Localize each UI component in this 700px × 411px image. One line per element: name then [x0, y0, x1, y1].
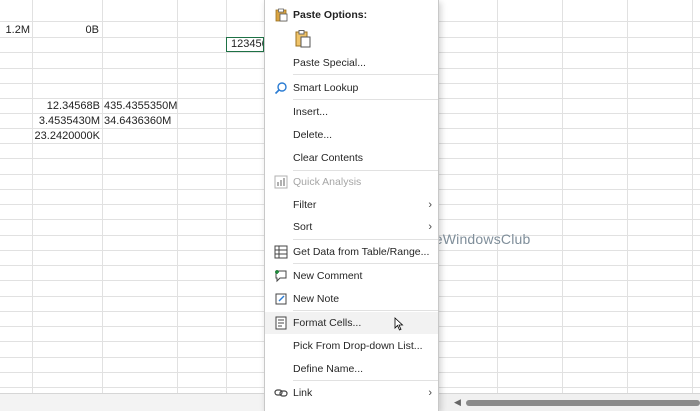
search-icon	[274, 82, 287, 95]
menu-item-label: Get Data from Table/Range...	[293, 246, 430, 258]
menu-separator	[293, 99, 438, 100]
scroll-left-icon[interactable]: ◀	[454, 397, 461, 408]
column-divider	[497, 0, 498, 393]
column-divider	[226, 0, 227, 393]
menu-item-new-note[interactable]: New Note	[265, 288, 438, 310]
menu-item-label: Link	[293, 387, 313, 399]
note-icon	[275, 293, 287, 305]
menu-item-label: Sort	[293, 221, 313, 233]
menu-separator	[293, 239, 438, 240]
menu-item-paste-special[interactable]: Paste Special...	[265, 52, 438, 74]
menu-item-pick-from-list[interactable]: Pick From Drop-down List...	[265, 335, 438, 357]
menu-item-quick-analysis: Quick Analysis	[265, 171, 438, 193]
comment-icon	[275, 270, 287, 283]
cell-value[interactable]: 0B	[33, 22, 99, 38]
menu-item-label: Insert...	[293, 106, 329, 118]
menu-item-filter[interactable]: Filter ›	[265, 194, 438, 216]
mouse-cursor-icon	[394, 317, 404, 331]
chevron-right-icon: ›	[428, 221, 432, 233]
menu-item-format-cells[interactable]: Format Cells...	[265, 312, 438, 334]
column-divider	[102, 0, 103, 393]
menu-item-label: New Note	[293, 293, 340, 305]
table-icon	[274, 245, 288, 259]
menu-item-label: Delete...	[293, 129, 333, 141]
cell-value[interactable]: 1.2M	[0, 22, 30, 38]
menu-separator	[293, 310, 438, 311]
cell-value[interactable]: 12.34568B	[33, 98, 100, 114]
paste-options-header: Paste Options:	[265, 4, 438, 26]
menu-item-label: Quick Analysis	[293, 176, 362, 188]
paste-options-label: Paste Options:	[293, 9, 368, 21]
cell-value[interactable]: 3.4535430M	[33, 113, 100, 129]
link-icon	[274, 389, 288, 397]
chevron-right-icon: ›	[428, 387, 432, 399]
menu-item-label: New Comment	[293, 270, 363, 282]
menu-item-label: Format Cells...	[293, 317, 362, 329]
menu-item-label: Smart Lookup	[293, 82, 359, 94]
column-divider	[177, 0, 178, 393]
scrollbar-thumb[interactable]	[466, 400, 700, 406]
paste-icon[interactable]	[295, 30, 311, 48]
menu-item-get-data[interactable]: Get Data from Table/Range...	[265, 241, 438, 263]
menu-item-label: Filter	[293, 199, 317, 211]
menu-item-clear-contents[interactable]: Clear Contents	[265, 147, 438, 169]
menu-item-link[interactable]: Link ›	[265, 382, 438, 404]
column-divider	[562, 0, 563, 393]
menu-item-insert[interactable]: Insert...	[265, 101, 438, 123]
chevron-right-icon: ›	[428, 199, 432, 211]
menu-item-delete[interactable]: Delete...	[265, 124, 438, 146]
context-menu: Paste Options: Paste Special... Smart Lo…	[264, 0, 439, 411]
menu-item-label: Paste Special...	[293, 57, 366, 69]
active-cell[interactable]: 123456	[226, 37, 264, 52]
cell-value[interactable]: 23.2420000K	[33, 128, 100, 144]
menu-item-define-name[interactable]: Define Name...	[265, 358, 438, 380]
quick-analysis-icon	[274, 175, 288, 189]
horizontal-scrollbar[interactable]: ◀	[440, 393, 700, 411]
menu-item-label: Pick From Drop-down List...	[293, 340, 423, 352]
column-divider	[692, 0, 693, 393]
cell-value[interactable]: 34.6436360M	[104, 113, 184, 129]
menu-item-label: Define Name...	[293, 363, 364, 375]
menu-separator	[293, 263, 438, 264]
cell-value[interactable]: 435.4355350M	[104, 98, 184, 114]
menu-separator	[293, 380, 438, 381]
clipboard-icon	[275, 8, 288, 22]
column-divider	[627, 0, 628, 393]
menu-item-new-comment[interactable]: New Comment	[265, 265, 438, 287]
menu-separator	[293, 74, 438, 75]
menu-item-smart-lookup[interactable]: Smart Lookup	[265, 77, 438, 99]
column-divider	[32, 0, 33, 393]
menu-item-label: Clear Contents	[293, 152, 364, 164]
menu-item-sort[interactable]: Sort ›	[265, 216, 438, 238]
format-cells-icon	[275, 316, 287, 330]
